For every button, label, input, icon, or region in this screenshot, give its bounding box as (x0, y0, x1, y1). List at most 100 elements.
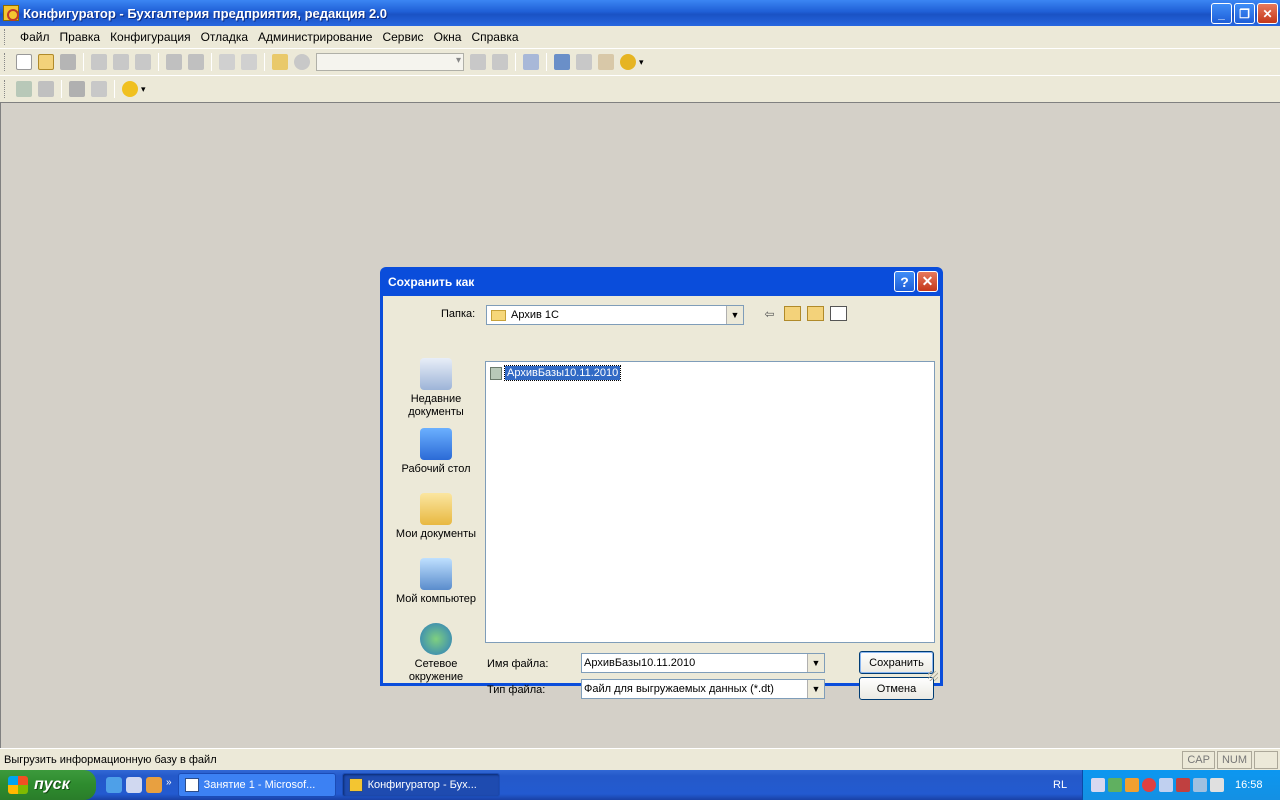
dialog-title: Сохранить как (388, 274, 475, 289)
minimize-button[interactable]: _ (1211, 3, 1232, 24)
database-icon[interactable] (69, 81, 85, 97)
cancel-button[interactable]: Отмена (859, 677, 934, 700)
save-button[interactable]: Сохранить (859, 651, 934, 674)
quick-launch-more-icon[interactable]: » (166, 777, 172, 793)
print-icon[interactable] (166, 54, 182, 70)
config-tree-icon[interactable] (16, 81, 32, 97)
tray-shield-icon[interactable] (1108, 778, 1122, 792)
file-list[interactable]: АрхивБазы10.11.2010 (485, 361, 935, 643)
help-content-icon[interactable] (598, 54, 614, 70)
toolbar-separator (211, 53, 212, 71)
paste-icon[interactable] (135, 54, 151, 70)
find-previous-icon[interactable] (492, 54, 508, 70)
tray-disk-icon[interactable] (1091, 778, 1105, 792)
new-document-icon[interactable] (16, 54, 32, 70)
new-folder-icon[interactable] (807, 306, 824, 321)
place-recent[interactable]: Недавние документы (391, 358, 481, 419)
open-folder-icon[interactable] (38, 54, 54, 70)
syntax-helper-icon[interactable] (554, 54, 570, 70)
menu-file[interactable]: Файл (15, 30, 55, 44)
back-arrow-icon[interactable]: ⇦ (761, 306, 778, 321)
cut-icon[interactable] (91, 54, 107, 70)
taskbar-item-word[interactable]: Занятие 1 - Microsof... (177, 773, 336, 797)
toolbar-dropdown-icon[interactable]: ▾ (639, 57, 644, 68)
help-button[interactable]: ? (894, 271, 915, 292)
network-icon (420, 623, 452, 655)
undo-icon[interactable] (219, 54, 235, 70)
toolbar-separator (264, 53, 265, 71)
config-compare-icon[interactable] (38, 81, 54, 97)
find-next-icon[interactable] (470, 54, 486, 70)
menu-help[interactable]: Справка (466, 30, 523, 44)
menu-edit[interactable]: Правка (55, 30, 106, 44)
toolbar-grip[interactable] (4, 80, 7, 98)
menu-windows[interactable]: Окна (429, 30, 467, 44)
tray-network-disconnected-icon[interactable] (1176, 778, 1190, 792)
language-indicator[interactable]: RL (1053, 779, 1067, 791)
find-in-folder-icon[interactable] (272, 54, 288, 70)
resize-grip-icon[interactable] (928, 671, 938, 681)
toolbar-separator (61, 80, 62, 98)
clock[interactable]: 16:58 (1235, 779, 1263, 791)
main-title-bar[interactable]: Конфигуратор - Бухгалтерия предприятия, … (0, 0, 1280, 26)
redo-icon[interactable] (241, 54, 257, 70)
chevron-down-icon[interactable]: ▼ (807, 680, 824, 698)
num-lock-indicator: NUM (1216, 750, 1252, 769)
folder-combo[interactable]: Архив 1С ▼ (486, 305, 744, 325)
menu-administration[interactable]: Администрирование (253, 30, 377, 44)
quick-launch-ie-icon[interactable] (106, 777, 122, 793)
copy-icon[interactable] (113, 54, 129, 70)
place-desktop[interactable]: Рабочий стол (391, 428, 481, 476)
tray-antivirus-icon[interactable] (1142, 778, 1156, 792)
filename-field[interactable]: АрхивБазы10.11.2010 ▼ (581, 653, 825, 673)
run-debug-icon[interactable] (122, 81, 138, 97)
tray-volume-icon[interactable] (1210, 778, 1224, 792)
place-network[interactable]: Сетевое окружение (391, 623, 481, 684)
up-folder-icon[interactable] (784, 306, 801, 321)
windows-icon[interactable] (523, 54, 539, 70)
save-icon[interactable] (60, 54, 76, 70)
desktop-icon (420, 428, 452, 460)
info-icon[interactable] (620, 54, 636, 70)
word-document-icon (184, 778, 199, 792)
quick-launch: » (106, 777, 172, 793)
filetype-value: Файл для выгружаемых данных (*.dt) (584, 683, 774, 695)
view-menu-icon[interactable] (830, 306, 847, 321)
menu-service[interactable]: Сервис (377, 30, 428, 44)
tray-monitor-icon[interactable] (1193, 778, 1207, 792)
save-as-dialog: Сохранить как ? ✕ Папка: Архив 1С ▼ ⇦ Не… (380, 267, 943, 700)
table-icon[interactable] (91, 81, 107, 97)
start-button[interactable]: пуск (0, 770, 96, 800)
filetype-label: Тип файла: (487, 684, 546, 696)
toolbar-separator (83, 53, 84, 71)
close-button[interactable]: ✕ (1257, 3, 1278, 24)
list-item[interactable]: АрхивБазы10.11.2010 (490, 365, 622, 381)
help-search-icon[interactable] (576, 54, 592, 70)
toolbar-separator (515, 53, 516, 71)
place-label: Мой компьютер (395, 593, 477, 605)
quick-launch-desktop-icon[interactable] (126, 777, 142, 793)
quick-launch-app-icon[interactable] (146, 777, 162, 793)
dialog-close-button[interactable]: ✕ (917, 271, 938, 292)
status-text: Выгрузить информационную базу в файл (4, 753, 217, 766)
place-my-documents[interactable]: Мои документы (391, 493, 481, 541)
dialog-title-bar[interactable]: Сохранить как ? ✕ (383, 267, 940, 296)
filetype-select[interactable]: Файл для выгружаемых данных (*.dt) ▼ (581, 679, 825, 699)
restore-button[interactable]: ❐ (1234, 3, 1255, 24)
place-my-computer[interactable]: Мой компьютер (391, 558, 481, 606)
toolbar-grip[interactable] (4, 53, 7, 71)
tray-network-icon[interactable] (1159, 778, 1173, 792)
menu-configuration[interactable]: Конфигурация (105, 30, 196, 44)
menu-grip[interactable] (4, 29, 7, 45)
menu-debug[interactable]: Отладка (196, 30, 253, 44)
search-combo[interactable] (316, 53, 464, 71)
print-preview-icon[interactable] (188, 54, 204, 70)
chevron-down-icon[interactable]: ▼ (726, 306, 743, 324)
chevron-down-icon[interactable]: ▼ (807, 654, 824, 672)
place-label: Недавние (410, 393, 462, 405)
1c-app-icon[interactable] (3, 5, 19, 21)
taskbar-item-configurator[interactable]: Конфигуратор - Бух... (341, 773, 500, 797)
run-dropdown-icon[interactable]: ▾ (141, 84, 146, 95)
search-icon[interactable] (294, 54, 310, 70)
tray-app-icon[interactable] (1125, 778, 1139, 792)
